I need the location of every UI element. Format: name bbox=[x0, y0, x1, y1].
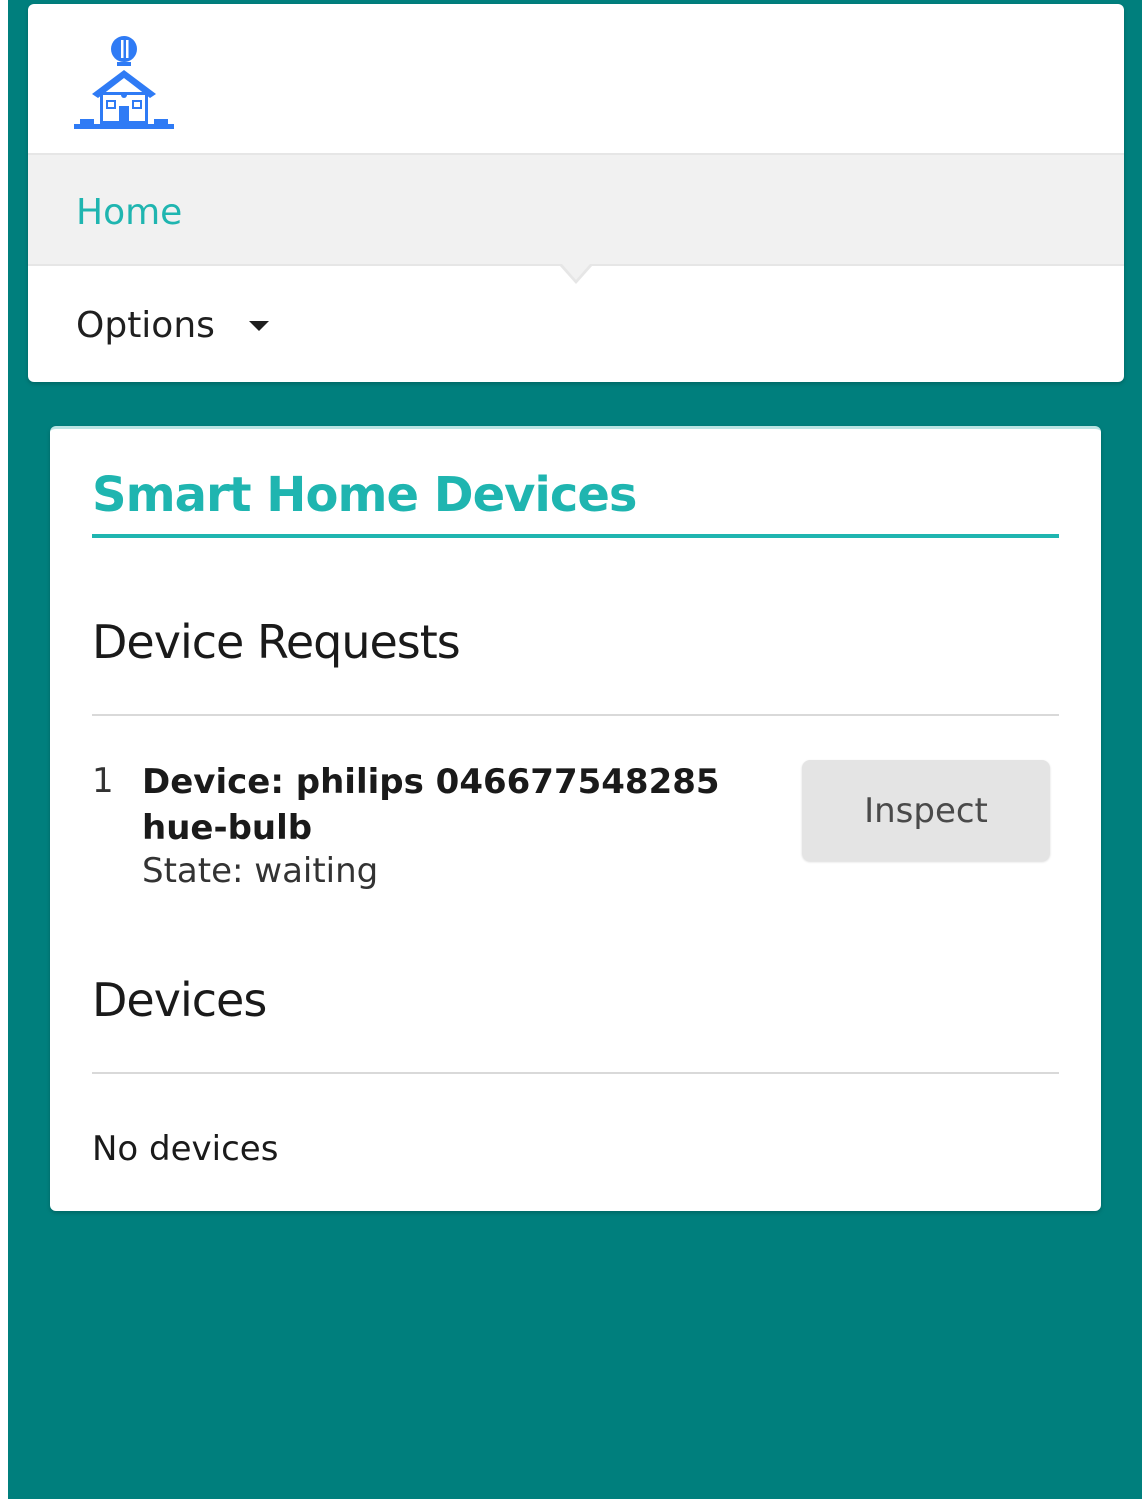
brand-area bbox=[28, 4, 1124, 153]
devices-heading: Devices bbox=[92, 973, 267, 1027]
device-requests-heading: Device Requests bbox=[92, 615, 461, 669]
nav-item-home-label[interactable]: Home bbox=[76, 193, 182, 233]
smart-home-logo-icon[interactable] bbox=[74, 32, 174, 132]
page-title: Smart Home Devices bbox=[92, 467, 637, 523]
nav-item-options-label[interactable]: Options bbox=[76, 304, 215, 348]
request-index: 1 bbox=[92, 761, 114, 801]
devices-divider bbox=[92, 1072, 1059, 1074]
request-device-name: Device: philips 046677548285 hue-bulb bbox=[142, 762, 720, 848]
caret-down-icon[interactable] bbox=[248, 321, 269, 331]
active-indicator-arrow-fill bbox=[562, 264, 590, 280]
nav-item-home[interactable]: Home bbox=[28, 153, 1124, 266]
request-state: State: waiting bbox=[142, 851, 379, 891]
title-underline bbox=[92, 534, 1059, 538]
no-devices-message: No devices bbox=[92, 1129, 279, 1169]
nav-item-options-dropdown[interactable]: Options bbox=[76, 304, 269, 348]
device-requests-divider bbox=[92, 714, 1059, 716]
devices-panel: Smart Home Devices Device Requests 1 Dev… bbox=[50, 426, 1101, 1211]
inspect-button[interactable]: Inspect bbox=[802, 760, 1050, 861]
smart-home-house-icon bbox=[74, 36, 174, 129]
navbar: Home Options bbox=[28, 4, 1124, 382]
